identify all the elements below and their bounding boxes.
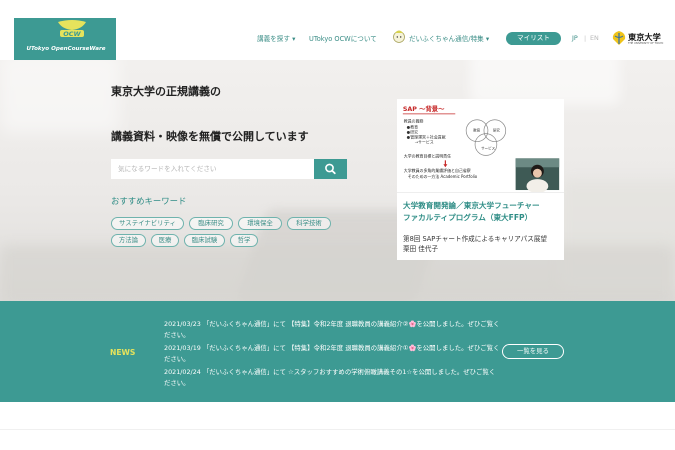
search-button[interactable] [314, 159, 347, 179]
nav-search-lectures[interactable]: 講義を探す ▾ [257, 33, 295, 43]
keyword-chip[interactable]: 方法論 [111, 234, 146, 247]
lang-en-link[interactable]: EN [590, 34, 599, 42]
keyword-chip[interactable]: 環境保全 [238, 217, 282, 230]
card-subtitle-line1: 第8回 SAPチャート作成によるキャリアパス展望 [403, 235, 547, 243]
slide-line: そのための一方法 Academic Portfolio [408, 174, 478, 179]
ginkgo-ocw-icon: OCW [58, 20, 86, 38]
recommended-keywords-heading: おすすめキーワード [111, 196, 187, 206]
news-label: NEWS [110, 348, 136, 357]
search-icon [325, 163, 336, 175]
university-name-en: THE UNIVERSITY OF TOKYO [628, 42, 664, 45]
keyword-chip[interactable]: 臨床研究 [189, 217, 233, 230]
ocw-logo[interactable]: OCW UTokyo OpenCourseWare [14, 18, 116, 60]
mylist-button[interactable]: マイリスト [506, 32, 561, 45]
footer-area [0, 402, 675, 450]
slide-heading: SAP 〜背景〜 [403, 104, 445, 113]
page: OCW UTokyo OpenCourseWare 講義を探す ▾ UTokyo… [0, 0, 675, 450]
news-section: NEWS 2021/03/23 「だいふくちゃん通信」にて 【特集】令和2年度 … [0, 301, 675, 402]
university-ginkgo-icon[interactable] [612, 30, 626, 46]
lang-jp-link[interactable]: JP [572, 34, 578, 42]
news-item[interactable]: 2021/02/24 「だいふくちゃん通信」にて ☆スタッフおすすめの学術俯瞰講… [164, 367, 500, 388]
keyword-chip[interactable]: 哲学 [230, 234, 258, 247]
card-lecturer-name: 栗田 佳代子 [403, 245, 439, 253]
slide-line: 教員の職務 [404, 119, 424, 124]
keyword-chip[interactable]: 科学技術 [287, 217, 331, 230]
daifuku-mascot-icon [393, 30, 405, 43]
nav-about[interactable]: UTokyo OCWについて [309, 33, 377, 43]
lecture-slide-thumbnail: SAP 〜背景〜 教員の職務 ●教育 ●研究 ●管理運営＋社会貢献 →サービス … [397, 99, 564, 193]
hero-section: 東京大学の正規講義の 講義資料・映像を無償で公開しています おすすめキーワード … [0, 60, 675, 302]
slide-line: →サービス [415, 140, 434, 145]
news-item[interactable]: 2021/03/23 「だいふくちゃん通信」にて 【特集】令和2年度 退職教員の… [164, 319, 500, 340]
keyword-chip[interactable]: サステイナビリティ [111, 217, 184, 230]
news-list-button[interactable]: 一覧を見る [502, 344, 564, 359]
slide-line: 大学教員の多角的業績評価と自己省察 [404, 168, 471, 173]
card-title-line2[interactable]: ファカルティプログラム（東大FFP） [403, 212, 532, 223]
hero-title-line2: 講義資料・映像を無償で公開しています [111, 130, 309, 143]
footer-divider [0, 429, 675, 430]
svg-text:OCW: OCW [63, 30, 81, 38]
lang-separator: | [584, 34, 587, 42]
hero-title-line1: 東京大学の正規講義の [111, 85, 221, 98]
search-input[interactable] [111, 159, 314, 179]
venn-label: 教育 [473, 128, 481, 133]
logo-text: UTokyo OpenCourseWare [26, 46, 106, 52]
slide-line: 大学の教育目標と説明責任 [404, 153, 451, 158]
keyword-chip[interactable]: 臨床試験 [184, 234, 225, 247]
news-item[interactable]: 2021/03/19 「だいふくちゃん通信」にて 【特集】令和2年度 退職教員の… [164, 343, 500, 364]
venn-label: サービス [481, 145, 496, 150]
card-title-line1[interactable]: 大学教育開発論／東京大学フューチャー [403, 200, 540, 211]
featured-lecture-card[interactable]: SAP 〜背景〜 教員の職務 ●教育 ●研究 ●管理運営＋社会貢献 →サービス … [397, 99, 564, 260]
venn-label: 研究 [493, 128, 501, 133]
keyword-chip[interactable]: 医療 [151, 234, 179, 247]
nav-daifuku-feature[interactable]: だいふくちゃん通信/特集 ▾ [409, 33, 489, 43]
